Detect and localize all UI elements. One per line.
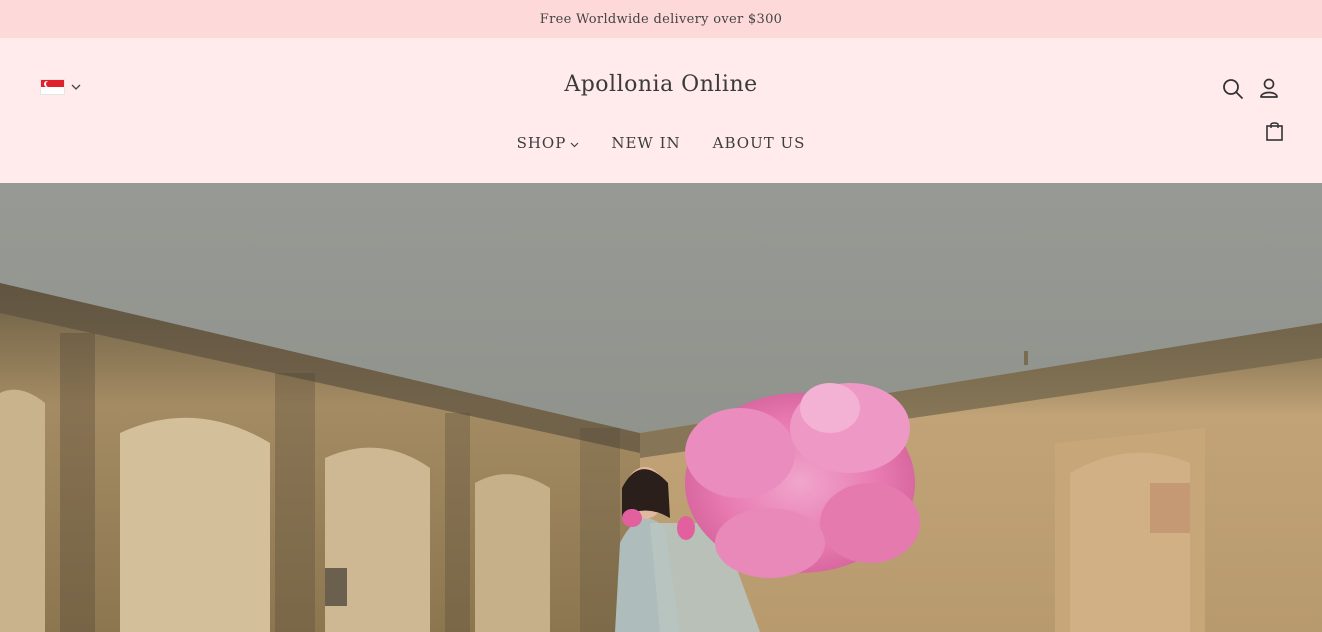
nav-item-shop[interactable]: SHOP <box>517 134 580 152</box>
site-header: Apollonia Online SHOP NEW IN ABOUT US <box>0 38 1322 183</box>
hero-banner[interactable] <box>0 183 1322 632</box>
nav-item-label: NEW IN <box>611 134 681 152</box>
hero-photo <box>0 183 1322 632</box>
announcement-bar: Free Worldwide delivery over $300 <box>0 0 1322 38</box>
announcement-text: Free Worldwide delivery over $300 <box>539 11 783 27</box>
shopping-bag-icon <box>1265 120 1285 142</box>
main-nav: SHOP NEW IN ABOUT US <box>0 134 1322 152</box>
nav-item-about-us[interactable]: ABOUT US <box>713 134 806 152</box>
nav-item-label: ABOUT US <box>712 134 806 152</box>
search-button[interactable] <box>1222 78 1244 100</box>
user-icon <box>1258 77 1280 99</box>
search-icon <box>1222 78 1244 100</box>
cart-button[interactable] <box>1265 120 1285 142</box>
chevron-down-icon <box>570 134 579 152</box>
account-button[interactable] <box>1258 77 1280 99</box>
brand-name: Apollonia Online <box>564 72 758 97</box>
nav-item-label: SHOP <box>516 134 567 152</box>
brand-logo[interactable]: Apollonia Online <box>0 72 1322 97</box>
nav-item-new-in[interactable]: NEW IN <box>611 134 680 152</box>
